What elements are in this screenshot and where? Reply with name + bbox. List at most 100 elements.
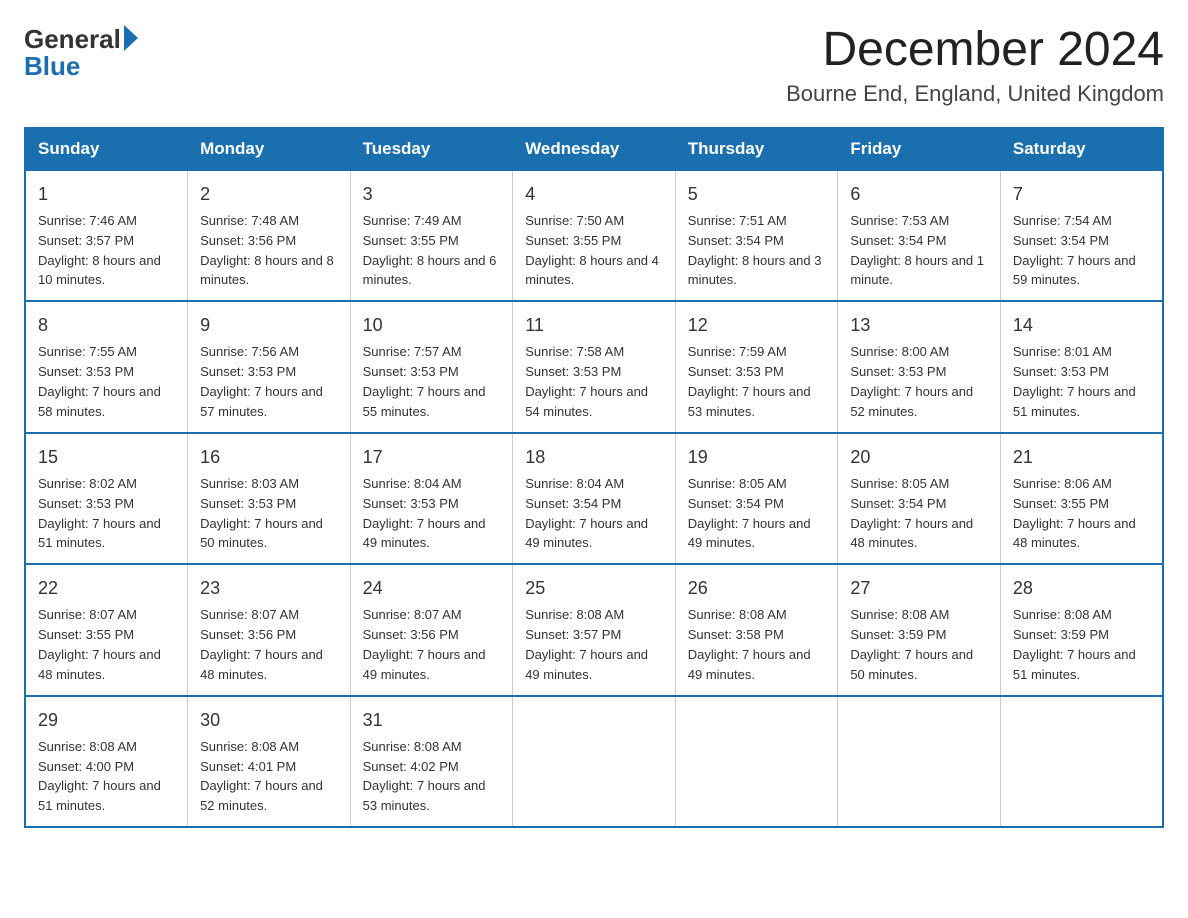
day-number: 25: [525, 575, 663, 601]
day-info: Sunrise: 8:04 AMSunset: 3:53 PMDaylight:…: [363, 476, 486, 551]
day-info: Sunrise: 7:59 AMSunset: 3:53 PMDaylight:…: [688, 344, 811, 419]
day-number: 12: [688, 312, 826, 338]
day-number: 16: [200, 444, 338, 470]
day-info: Sunrise: 7:46 AMSunset: 3:57 PMDaylight:…: [38, 213, 161, 288]
day-info: Sunrise: 8:08 AMSunset: 3:59 PMDaylight:…: [850, 607, 973, 682]
calendar-cell: 28Sunrise: 8:08 AMSunset: 3:59 PMDayligh…: [1000, 564, 1163, 695]
day-info: Sunrise: 8:08 AMSunset: 3:59 PMDaylight:…: [1013, 607, 1136, 682]
day-info: Sunrise: 8:01 AMSunset: 3:53 PMDaylight:…: [1013, 344, 1136, 419]
day-info: Sunrise: 8:08 AMSunset: 4:02 PMDaylight:…: [363, 739, 486, 814]
day-number: 22: [38, 575, 175, 601]
calendar-cell: 13 Sunrise: 8:00 AMSunset: 3:53 PMDayligh…: [838, 301, 1001, 432]
col-tuesday: Tuesday: [350, 128, 513, 170]
day-number: 11: [525, 312, 663, 338]
day-info: Sunrise: 8:07 AMSunset: 3:56 PMDaylight:…: [200, 607, 323, 682]
calendar-cell: 14 Sunrise: 8:01 AMSunset: 3:53 PMDayligh…: [1000, 301, 1163, 432]
calendar-cell: 21 Sunrise: 8:06 AMSunset: 3:55 PMDayligh…: [1000, 433, 1163, 564]
day-number: 18: [525, 444, 663, 470]
calendar-cell: 20Sunrise: 8:05 AMSunset: 3:54 PMDayligh…: [838, 433, 1001, 564]
logo-blue-text: Blue: [24, 51, 80, 82]
day-number: 14: [1013, 312, 1150, 338]
day-info: Sunrise: 7:58 AMSunset: 3:53 PMDaylight:…: [525, 344, 648, 419]
day-info: Sunrise: 8:05 AMSunset: 3:54 PMDaylight:…: [688, 476, 811, 551]
day-number: 10: [363, 312, 501, 338]
calendar-cell: 11 Sunrise: 7:58 AMSunset: 3:53 PMDayligh…: [513, 301, 676, 432]
calendar-cell: 16 Sunrise: 8:03 AMSunset: 3:53 PMDayligh…: [188, 433, 351, 564]
calendar-cell: 26 Sunrise: 8:08 AMSunset: 3:58 PMDayligh…: [675, 564, 838, 695]
calendar-cell: 4 Sunrise: 7:50 AMSunset: 3:55 PMDaylight…: [513, 170, 676, 301]
day-number: 15: [38, 444, 175, 470]
day-info: Sunrise: 7:54 AMSunset: 3:54 PMDaylight:…: [1013, 213, 1136, 288]
day-number: 8: [38, 312, 175, 338]
calendar-header-row: Sunday Monday Tuesday Wednesday Thursday…: [25, 128, 1163, 170]
calendar-cell: 2Sunrise: 7:48 AMSunset: 3:56 PMDaylight…: [188, 170, 351, 301]
calendar-cell: 8 Sunrise: 7:55 AMSunset: 3:53 PMDaylight…: [25, 301, 188, 432]
calendar-cell: 15 Sunrise: 8:02 AMSunset: 3:53 PMDayligh…: [25, 433, 188, 564]
day-number: 29: [38, 707, 175, 733]
calendar-cell: 23 Sunrise: 8:07 AMSunset: 3:56 PMDayligh…: [188, 564, 351, 695]
day-number: 3: [363, 181, 501, 207]
day-number: 31: [363, 707, 501, 733]
day-info: Sunrise: 8:04 AMSunset: 3:54 PMDaylight:…: [525, 476, 648, 551]
day-number: 24: [363, 575, 501, 601]
calendar-week-row-1: 1 Sunrise: 7:46 AMSunset: 3:57 PMDaylight…: [25, 170, 1163, 301]
day-number: 17: [363, 444, 501, 470]
col-sunday: Sunday: [25, 128, 188, 170]
day-info: Sunrise: 7:49 AMSunset: 3:55 PMDaylight:…: [363, 213, 497, 288]
day-info: Sunrise: 7:56 AMSunset: 3:53 PMDaylight:…: [200, 344, 323, 419]
logo-arrow-icon: [124, 25, 138, 51]
calendar-cell: 6 Sunrise: 7:53 AMSunset: 3:54 PMDaylight…: [838, 170, 1001, 301]
day-info: Sunrise: 8:02 AMSunset: 3:53 PMDaylight:…: [38, 476, 161, 551]
day-info: Sunrise: 7:55 AMSunset: 3:53 PMDaylight:…: [38, 344, 161, 419]
day-info: Sunrise: 8:08 AMSunset: 4:00 PMDaylight:…: [38, 739, 161, 814]
day-number: 9: [200, 312, 338, 338]
calendar-cell: 27Sunrise: 8:08 AMSunset: 3:59 PMDayligh…: [838, 564, 1001, 695]
calendar-cell: [513, 696, 676, 827]
calendar-week-row-2: 8 Sunrise: 7:55 AMSunset: 3:53 PMDaylight…: [25, 301, 1163, 432]
day-info: Sunrise: 8:00 AMSunset: 3:53 PMDaylight:…: [850, 344, 973, 419]
calendar-cell: 22 Sunrise: 8:07 AMSunset: 3:55 PMDayligh…: [25, 564, 188, 695]
day-number: 4: [525, 181, 663, 207]
day-number: 5: [688, 181, 826, 207]
day-info: Sunrise: 7:50 AMSunset: 3:55 PMDaylight:…: [525, 213, 659, 288]
day-number: 20: [850, 444, 988, 470]
day-info: Sunrise: 8:08 AMSunset: 3:58 PMDaylight:…: [688, 607, 811, 682]
location-text: Bourne End, England, United Kingdom: [786, 81, 1164, 107]
day-number: 19: [688, 444, 826, 470]
day-info: Sunrise: 8:03 AMSunset: 3:53 PMDaylight:…: [200, 476, 323, 551]
col-monday: Monday: [188, 128, 351, 170]
day-info: Sunrise: 7:51 AMSunset: 3:54 PMDaylight:…: [688, 213, 822, 288]
day-number: 7: [1013, 181, 1150, 207]
day-number: 1: [38, 181, 175, 207]
col-thursday: Thursday: [675, 128, 838, 170]
month-title: December 2024: [786, 24, 1164, 77]
day-number: 21: [1013, 444, 1150, 470]
calendar-cell: 9 Sunrise: 7:56 AMSunset: 3:53 PMDaylight…: [188, 301, 351, 432]
page-header: General Blue December 2024 Bourne End, E…: [24, 24, 1164, 107]
calendar-cell: 18 Sunrise: 8:04 AMSunset: 3:54 PMDayligh…: [513, 433, 676, 564]
calendar-cell: 31 Sunrise: 8:08 AMSunset: 4:02 PMDayligh…: [350, 696, 513, 827]
calendar-cell: 12 Sunrise: 7:59 AMSunset: 3:53 PMDayligh…: [675, 301, 838, 432]
calendar-week-row-4: 22 Sunrise: 8:07 AMSunset: 3:55 PMDayligh…: [25, 564, 1163, 695]
calendar-cell: 10 Sunrise: 7:57 AMSunset: 3:53 PMDayligh…: [350, 301, 513, 432]
day-number: 30: [200, 707, 338, 733]
calendar-week-row-5: 29 Sunrise: 8:08 AMSunset: 4:00 PMDayligh…: [25, 696, 1163, 827]
calendar-week-row-3: 15 Sunrise: 8:02 AMSunset: 3:53 PMDayligh…: [25, 433, 1163, 564]
col-friday: Friday: [838, 128, 1001, 170]
day-number: 13: [850, 312, 988, 338]
calendar-cell: 29 Sunrise: 8:08 AMSunset: 4:00 PMDayligh…: [25, 696, 188, 827]
day-info: Sunrise: 8:08 AMSunset: 3:57 PMDaylight:…: [525, 607, 648, 682]
day-number: 6: [850, 181, 988, 207]
calendar-cell: [838, 696, 1001, 827]
day-info: Sunrise: 7:57 AMSunset: 3:53 PMDaylight:…: [363, 344, 486, 419]
day-info: Sunrise: 8:06 AMSunset: 3:55 PMDaylight:…: [1013, 476, 1136, 551]
title-section: December 2024 Bourne End, England, Unite…: [786, 24, 1164, 107]
calendar-cell: [675, 696, 838, 827]
day-info: Sunrise: 8:07 AMSunset: 3:56 PMDaylight:…: [363, 607, 486, 682]
day-info: Sunrise: 8:07 AMSunset: 3:55 PMDaylight:…: [38, 607, 161, 682]
day-number: 23: [200, 575, 338, 601]
logo: General Blue: [24, 24, 138, 82]
day-number: 26: [688, 575, 826, 601]
day-info: Sunrise: 7:53 AMSunset: 3:54 PMDaylight:…: [850, 213, 984, 288]
calendar-cell: 30Sunrise: 8:08 AMSunset: 4:01 PMDayligh…: [188, 696, 351, 827]
